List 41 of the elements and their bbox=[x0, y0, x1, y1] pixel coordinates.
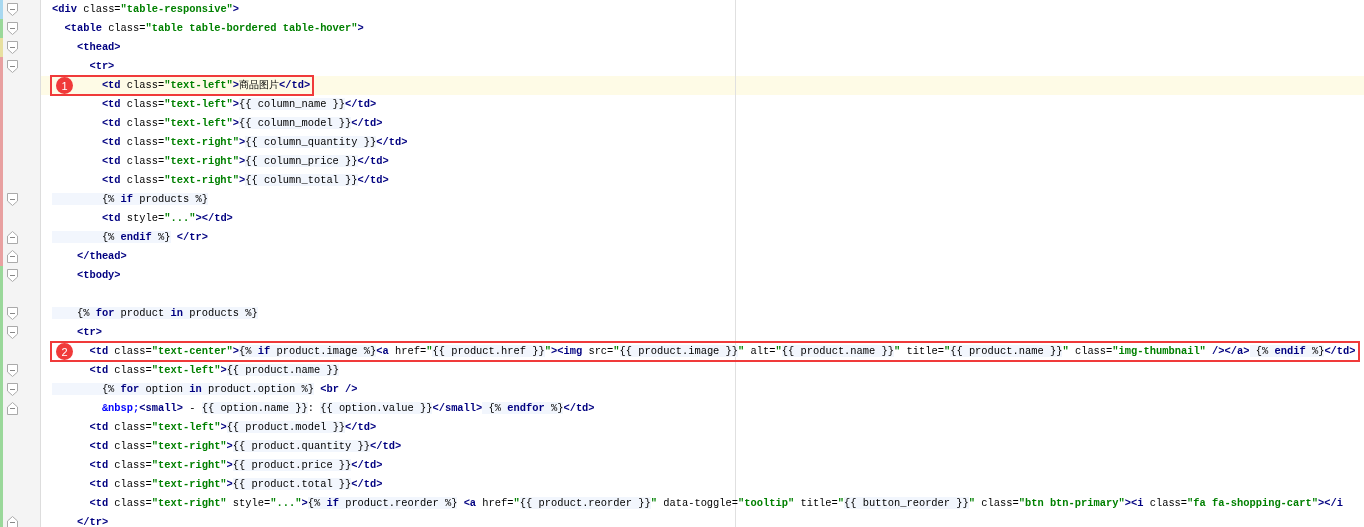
fold-icon[interactable] bbox=[7, 193, 18, 206]
code-line: {% endif %} </tr> bbox=[52, 229, 210, 246]
code-line: <td class="text-right">{{ column_total }}</td> bbox=[100, 173, 390, 188]
code-line: <div class="table-responsive"> bbox=[52, 2, 241, 17]
step-marker: 1 bbox=[56, 77, 73, 94]
fold-icon[interactable] bbox=[7, 3, 18, 16]
code-line: <td style="..."></td> bbox=[100, 211, 234, 226]
code-line: <td class="text-left">{{ product.name }} bbox=[88, 363, 340, 378]
code-line: <td class="text-right">{{ column_quantity }}</td> bbox=[100, 135, 409, 150]
code-line: <tr> bbox=[88, 59, 116, 74]
fold-icon[interactable] bbox=[7, 41, 18, 54]
code-line: {% if products %} bbox=[52, 191, 210, 208]
code-line: <td class="text-right">{{ product.total }}</td> bbox=[88, 477, 384, 492]
code-line: <td class="text-left">{{ column_name }}</td> bbox=[100, 97, 378, 112]
code-line: <td class="text-left">{{ column_model }}</td> bbox=[100, 116, 384, 131]
fold-icon[interactable] bbox=[7, 60, 18, 73]
step-marker: 2 bbox=[56, 343, 73, 360]
code-line: </tr> bbox=[75, 515, 110, 527]
fold-icon[interactable] bbox=[7, 269, 18, 282]
code-line: <td class="text-right" style="...">{% if product.reorder %} <a href="{{ product.reorder }}" data-toggle="tooltip" title="{{ button_reorder }}" class="btn btn-primary"><i class="fa fa-shopping-cart"></i bbox=[88, 496, 1344, 511]
fold-icon[interactable] bbox=[7, 250, 18, 263]
code-line: {% for product in products %} bbox=[52, 305, 260, 322]
fold-icon[interactable] bbox=[7, 516, 18, 527]
code-line: <tr> bbox=[75, 325, 103, 340]
code-line: <td class="text-right">{{ column_price }}</td> bbox=[100, 154, 390, 169]
code-line: <td class="text-right">{{ product.quantity }}</td> bbox=[88, 439, 403, 454]
fold-icon[interactable] bbox=[7, 364, 18, 377]
code-line: <table class="table table-bordered table-hover"> bbox=[63, 21, 365, 36]
code-line: </thead> bbox=[75, 249, 128, 264]
fold-icon[interactable] bbox=[7, 231, 18, 244]
code-line: <td class="text-left">{{ product.model }}</td> bbox=[88, 420, 378, 435]
fold-icon[interactable] bbox=[7, 326, 18, 339]
code-line: <tbody> bbox=[75, 268, 122, 283]
code-line: <thead> bbox=[75, 40, 122, 55]
code-line: &nbsp;<small> - {{ option.name }}: {{ option.value }}</small> {% endfor %}</td> bbox=[100, 401, 596, 416]
fold-icon[interactable] bbox=[7, 402, 18, 415]
code-line: <td class="text-right">{{ product.price }}</td> bbox=[88, 458, 384, 473]
fold-icon[interactable] bbox=[7, 383, 18, 396]
fold-icon[interactable] bbox=[7, 307, 18, 320]
fold-icon[interactable] bbox=[7, 22, 18, 35]
code-line: {% for option in product.option %} <br /> bbox=[52, 381, 360, 398]
